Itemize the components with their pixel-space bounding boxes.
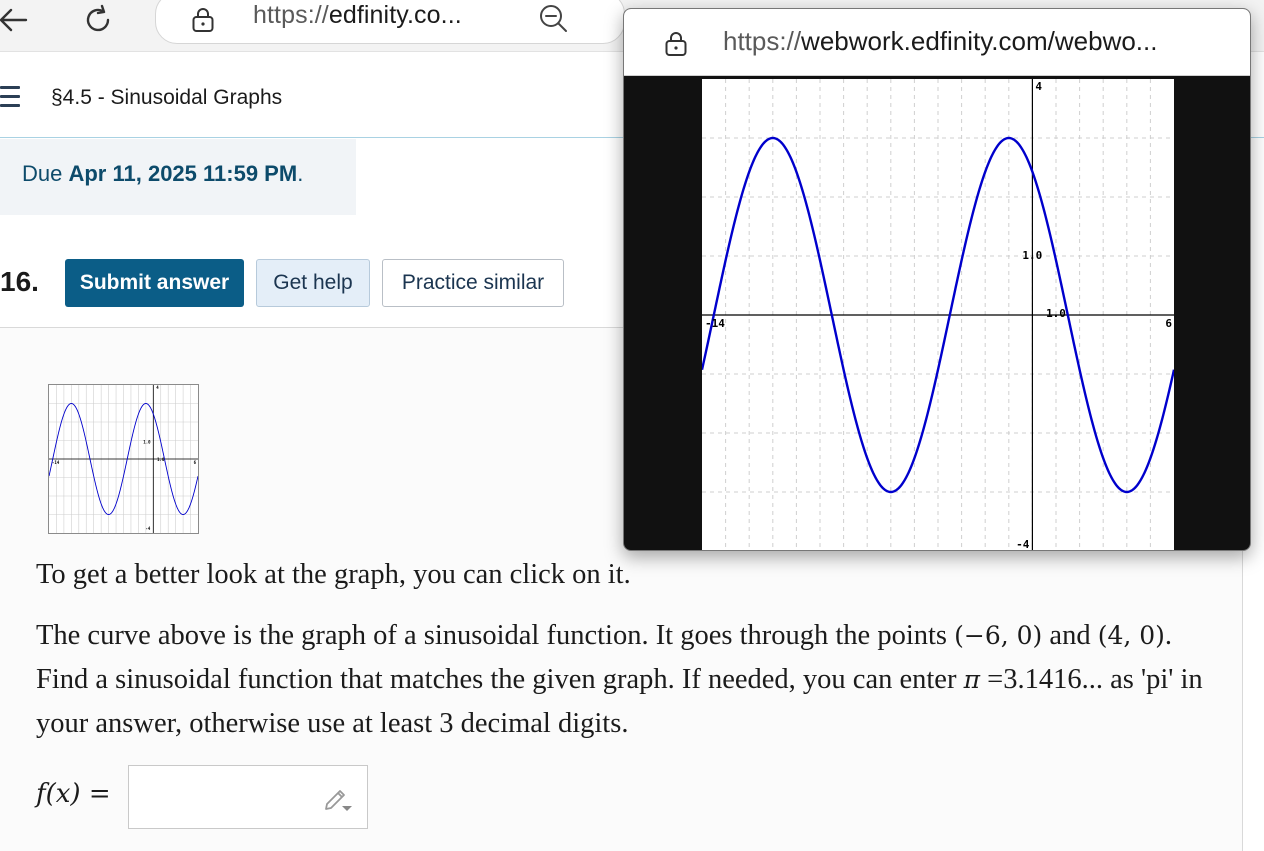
answer-input[interactable] <box>128 765 368 829</box>
popup-url: https://webwork.edfinity.com/webwo... <box>723 26 1157 57</box>
graph-popup-window[interactable]: https://webwork.edfinity.com/webwo... -1… <box>623 8 1251 551</box>
zoom-out-icon[interactable] <box>536 1 570 35</box>
popup-url-host: webwork.edfinity.com/webwo... <box>801 26 1158 56</box>
reload-button[interactable] <box>76 0 120 40</box>
back-arrow-icon <box>0 8 28 32</box>
y-min-tick-label: -4 <box>145 526 150 531</box>
graph-large[interactable]: -14 6 4 -4 1.0 1.0 <box>700 79 1176 551</box>
url-host: edfinity.co... <box>328 1 462 29</box>
instruction-text: To get a better look at the graph, you c… <box>36 559 631 590</box>
due-date-box: Due Apr 11, 2025 11:59 PM. <box>0 139 356 215</box>
due-prefix: Due <box>22 161 69 186</box>
y-min-tick-label: -4 <box>1016 538 1030 551</box>
prompt-part-a: The curve above is the graph of a sinuso… <box>36 620 955 651</box>
graph-thumbnail-plot: -14 64-41.01.0 <box>48 385 199 533</box>
due-suffix: . <box>297 161 304 186</box>
due-date-text: Due Apr 11, 2025 11:59 PM. <box>22 161 303 187</box>
x-tick-label: 1.0 <box>157 457 165 462</box>
point-one: (−6, 0) <box>954 621 1043 650</box>
question-prompt: The curve above is the graph of a sinuso… <box>36 614 1206 746</box>
back-button[interactable] <box>0 0 36 40</box>
graph-thumbnail[interactable]: -14 6 4 -4 1.0 1.0 <box>48 384 199 534</box>
address-url: https://edfinity.co... <box>253 1 462 30</box>
lock-icon <box>665 32 687 56</box>
point-two: (4, 0) <box>1097 621 1165 650</box>
x-max-tick-label: 6 <box>1165 317 1172 330</box>
y-max-tick-label: 4 <box>1035 80 1042 93</box>
reload-icon <box>86 4 110 32</box>
pi-symbol: π <box>963 665 980 694</box>
address-bar[interactable]: https://edfinity.co... <box>155 0 625 44</box>
y-tick-label: 1.0 <box>143 440 151 445</box>
prompt-part-b: and <box>1042 620 1098 651</box>
x-tick-label: 1.0 <box>1046 307 1066 320</box>
url-scheme: https:// <box>253 1 329 29</box>
question-number: 16. <box>0 266 39 297</box>
submit-answer-button[interactable]: Submit answer <box>65 259 244 307</box>
popup-url-scheme: https:// <box>723 26 802 56</box>
menu-icon[interactable] <box>0 86 20 108</box>
x-min-tick-label: -14 <box>52 460 60 465</box>
get-help-button[interactable]: Get help <box>256 259 370 307</box>
due-date: Apr 11, 2025 11:59 PM <box>68 161 298 186</box>
section-title: §4.5 - Sinusoidal Graphs <box>51 86 283 109</box>
y-tick-label: 1.0 <box>1022 249 1042 262</box>
pencil-icon[interactable] <box>323 784 353 812</box>
x-min-tick-label: -14 <box>705 317 725 330</box>
lock-icon <box>192 8 214 32</box>
popup-address-bar: https://webwork.edfinity.com/webwo... <box>624 9 1250 76</box>
answer-label: f(x) = <box>36 779 111 809</box>
practice-similar-button[interactable]: Practice similar <box>382 259 564 307</box>
graph-large-plot: -14 6 4 -4 1.0 1.0 <box>700 79 1176 551</box>
